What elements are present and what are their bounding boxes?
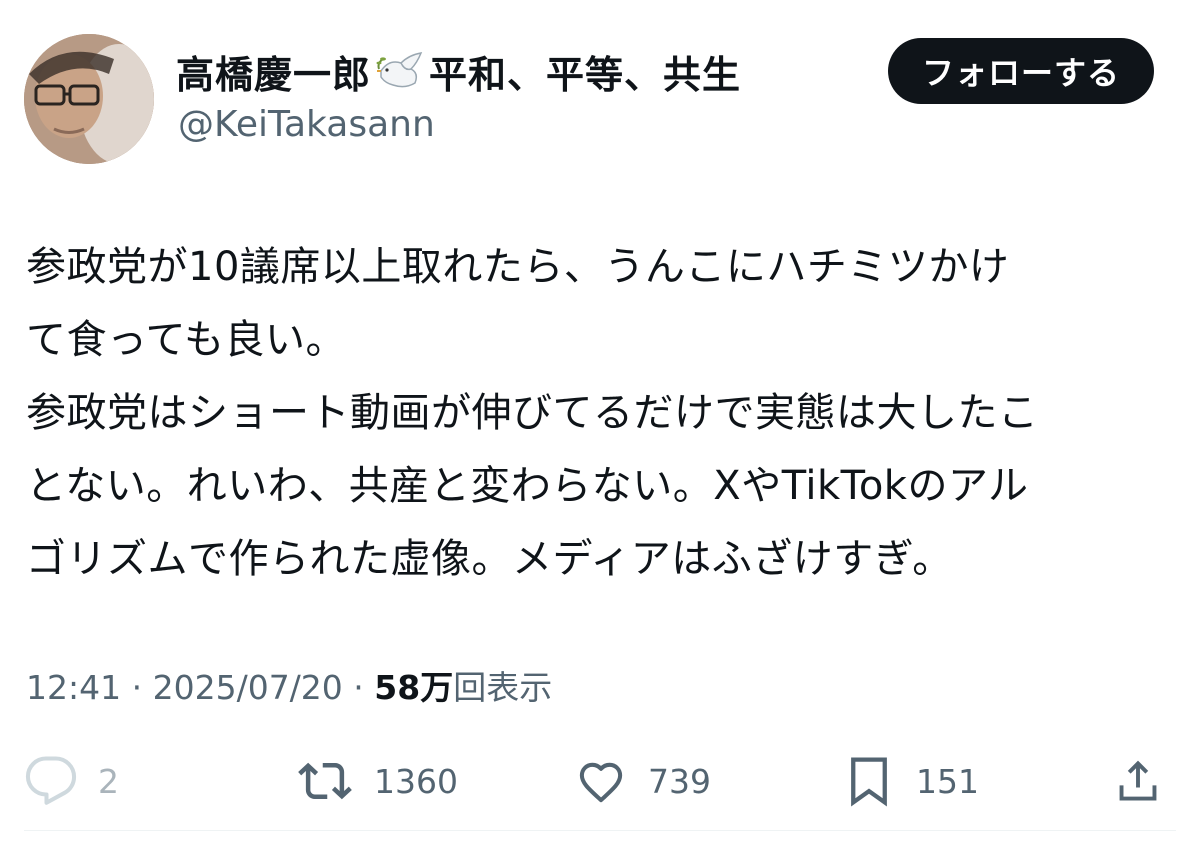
meta-separator: · bbox=[121, 668, 153, 707]
meta-separator: · bbox=[342, 668, 375, 707]
follow-button[interactable]: フォローする bbox=[888, 38, 1154, 104]
views-count: 58万 bbox=[374, 668, 454, 707]
action-bar: 2 1360 739 151 bbox=[0, 748, 1200, 814]
reply-icon bbox=[24, 754, 78, 808]
reply-button[interactable]: 2 bbox=[24, 748, 119, 814]
share-button[interactable] bbox=[1112, 748, 1164, 814]
divider bbox=[24, 830, 1176, 831]
tweet-meta: 12:41 · 2025/07/20 · 58万回表示 bbox=[26, 661, 552, 709]
retweet-icon bbox=[296, 754, 354, 808]
reply-count: 2 bbox=[98, 761, 119, 801]
bookmark-button[interactable]: 151 bbox=[842, 748, 979, 814]
avatar[interactable] bbox=[24, 34, 154, 164]
retweet-count: 1360 bbox=[374, 761, 458, 801]
tweet-text: 参政党が10議席以上取れたら、うんこにハチミツかけ て食っても良い。 参政党はシ… bbox=[26, 244, 1039, 582]
retweet-button[interactable]: 1360 bbox=[296, 748, 458, 814]
like-count: 739 bbox=[648, 761, 711, 801]
tweet-time[interactable]: 12:41 bbox=[26, 668, 121, 707]
display-name[interactable]: 高橋慶一郎 平和、平等、共生 bbox=[176, 44, 741, 99]
like-button[interactable]: 739 bbox=[574, 748, 711, 814]
display-name-text: 高橋慶一郎 bbox=[176, 53, 372, 97]
bookmark-count: 151 bbox=[916, 761, 979, 801]
avatar-image bbox=[24, 34, 154, 164]
views-label: 回表示 bbox=[453, 668, 553, 707]
heart-icon bbox=[574, 754, 628, 808]
dove-of-peace-icon bbox=[375, 49, 425, 95]
tweet-date[interactable]: 2025/07/20 bbox=[153, 668, 343, 707]
user-handle[interactable]: @KeiTakasann bbox=[178, 104, 435, 145]
share-icon bbox=[1112, 754, 1164, 808]
display-name-suffix: 平和、平等、共生 bbox=[429, 53, 742, 97]
bookmark-icon bbox=[842, 752, 896, 810]
